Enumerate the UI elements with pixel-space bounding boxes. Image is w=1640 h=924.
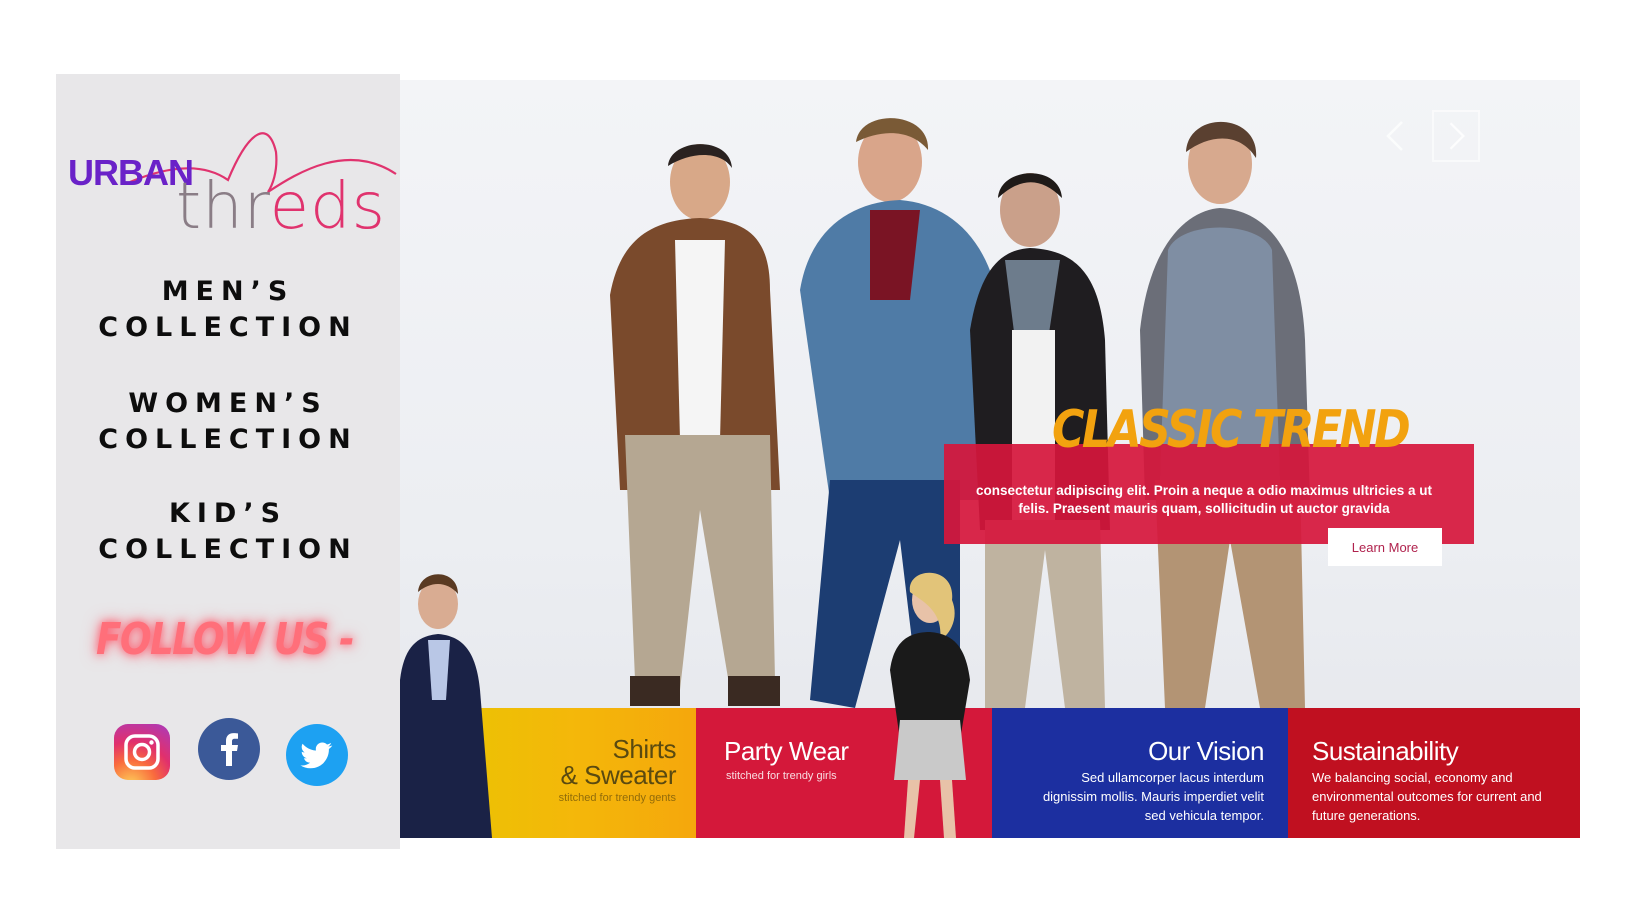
slider-next-button[interactable] (1432, 110, 1480, 162)
nav-mens-collection[interactable]: MEN’S COLLECTION (56, 274, 400, 346)
logo-urban-text: URBAN (68, 152, 194, 193)
nav-kids-label[interactable]: KID’S COLLECTION (56, 496, 400, 568)
tile-party-title: Party Wear (724, 736, 849, 766)
nav-kids-collection[interactable]: KID’S COLLECTION (56, 496, 400, 568)
chevron-left-icon (1386, 121, 1403, 151)
logo-threds-part1: thr (176, 170, 270, 244)
tile-party-subtitle: stitched for trendy girls (726, 770, 837, 782)
nav-womens-label[interactable]: WOMEN’S COLLECTION (56, 386, 400, 458)
chevron-right-icon (1449, 122, 1465, 150)
hero-banner: consectetur adipiscing elit. Proin a neq… (400, 80, 1580, 838)
tile-sustainability[interactable]: Sustainability We balancing social, econ… (1288, 708, 1580, 838)
promo-title: CLASSIC TREND (1052, 400, 1411, 460)
model-brown-jacket (610, 144, 780, 706)
follow-us-heading: FOLLOW US - (96, 614, 355, 665)
model-denim-jacket (800, 118, 1000, 708)
instagram-icon[interactable] (114, 724, 170, 780)
tile-vision-description: Sed ullamcorper lacus interdum dignissim… (1042, 770, 1264, 823)
tile-sustainability-description: We balancing social, economy and environ… (1312, 770, 1542, 823)
learn-more-button[interactable]: Learn More (1328, 528, 1442, 566)
tile-our-vision[interactable]: Our Vision Sed ullamcorper lacus interdu… (992, 708, 1288, 838)
twitter-icon[interactable] (286, 724, 348, 786)
facebook-icon[interactable] (198, 718, 260, 780)
tile-shirts-title: Shirts & Sweater (560, 734, 677, 790)
tile-vision-title: Our Vision (1148, 736, 1264, 766)
logo-threds-part2: eds (269, 170, 386, 244)
category-tiles: Shirts & Sweater stitched for trendy gen… (400, 708, 1580, 838)
logo-threds-text: threds (176, 170, 386, 244)
brand-logo[interactable]: URBAN threds (68, 122, 398, 244)
tile-party-wear[interactable]: Party Wear stitched for trendy girls (696, 708, 992, 838)
nav-womens-collection[interactable]: WOMEN’S COLLECTION (56, 386, 400, 458)
nav-mens-label[interactable]: MEN’S COLLECTION (56, 274, 400, 346)
slider-prev-button[interactable] (1372, 110, 1420, 162)
promo-description: consectetur adipiscing elit. Proin a neq… (975, 483, 1433, 516)
sidebar: URBAN threds MEN’S COLLECTION WOMEN’S CO… (56, 74, 400, 849)
tile-shirts-sweater[interactable]: Shirts & Sweater stitched for trendy gen… (400, 708, 696, 838)
tile-shirts-subtitle: stitched for trendy gents (558, 792, 676, 804)
tile-sustainability-title: Sustainability (1312, 736, 1459, 766)
